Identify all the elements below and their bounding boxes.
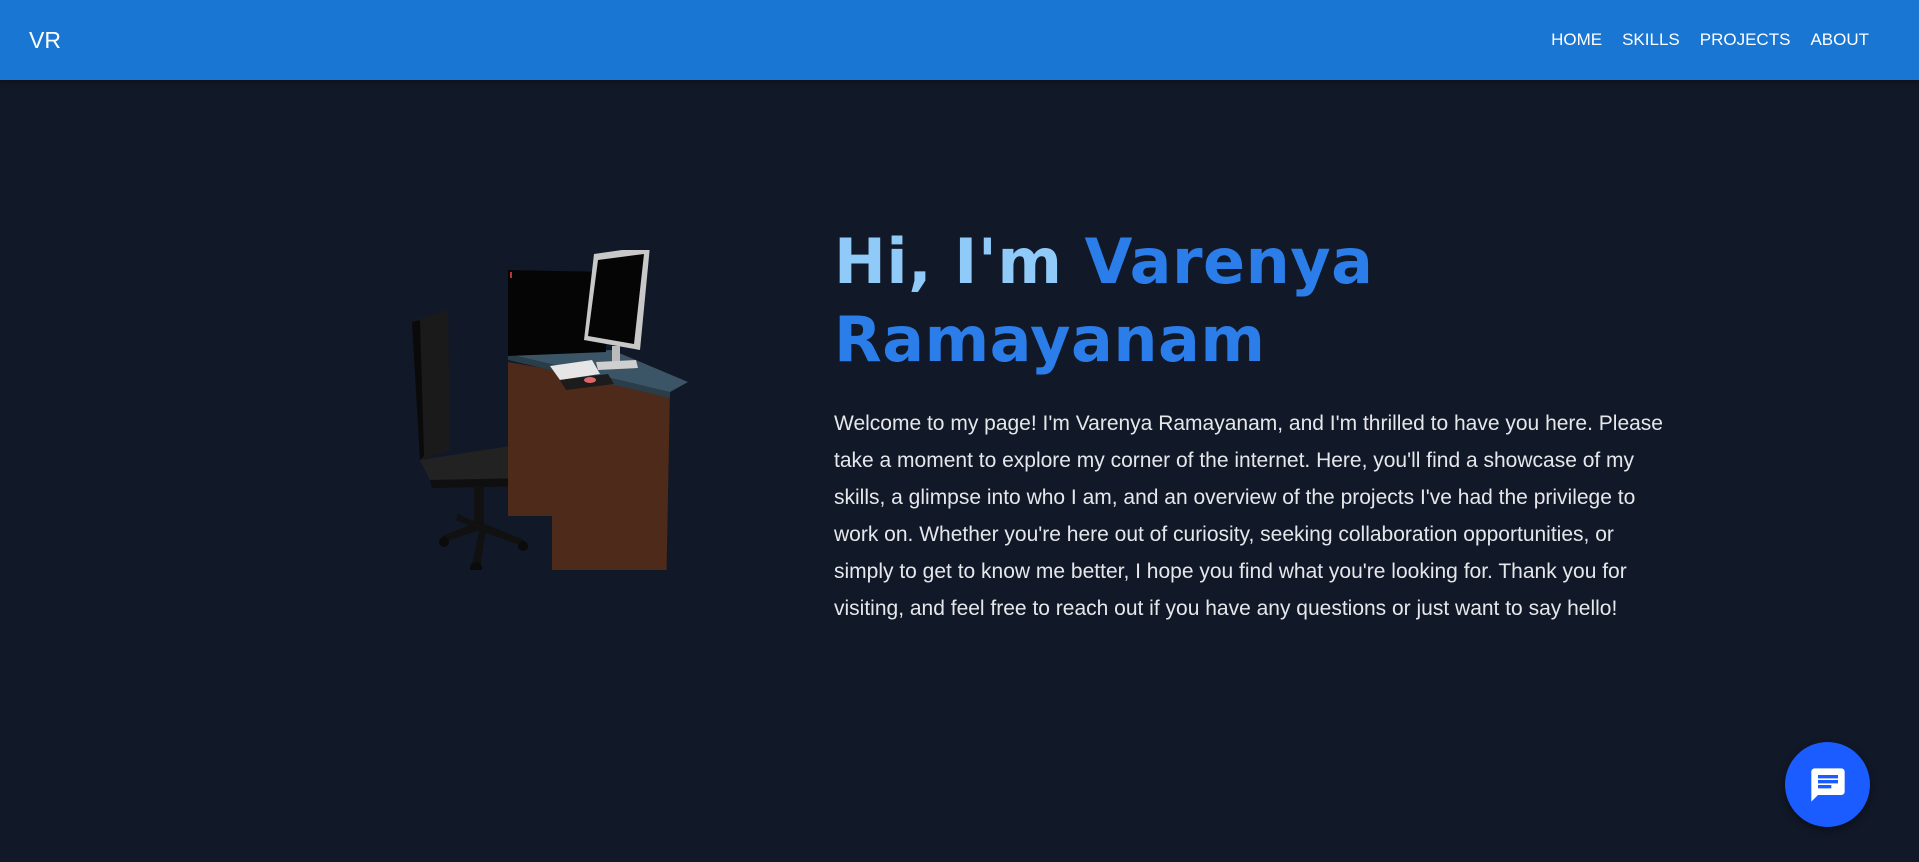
nav-link-home[interactable]: HOME [1541,24,1612,56]
nav-link-projects[interactable]: PROJECTS [1690,24,1801,56]
chat-button[interactable] [1785,742,1870,827]
hero-intro: Welcome to my page! I'm Varenya Ramayana… [834,412,1663,620]
desk-illustration [412,250,688,570]
hero-section: Hi, I'm Varenya Ramayanam Welcome to my … [0,80,1919,862]
nav-link-about[interactable]: ABOUT [1800,24,1879,56]
hero-headline: Hi, I'm Varenya Ramayanam [834,223,1674,379]
hero-text: Hi, I'm Varenya Ramayanam Welcome to my … [834,223,1674,627]
nav-link-skills[interactable]: SKILLS [1612,24,1690,56]
nav-links: HOME SKILLS PROJECTS ABOUT [1541,24,1879,56]
chat-icon [1810,767,1845,802]
brand-logo[interactable]: VR [29,27,61,54]
navbar: VR HOME SKILLS PROJECTS ABOUT [0,0,1919,80]
headline-greeting: Hi, I'm [834,225,1085,298]
